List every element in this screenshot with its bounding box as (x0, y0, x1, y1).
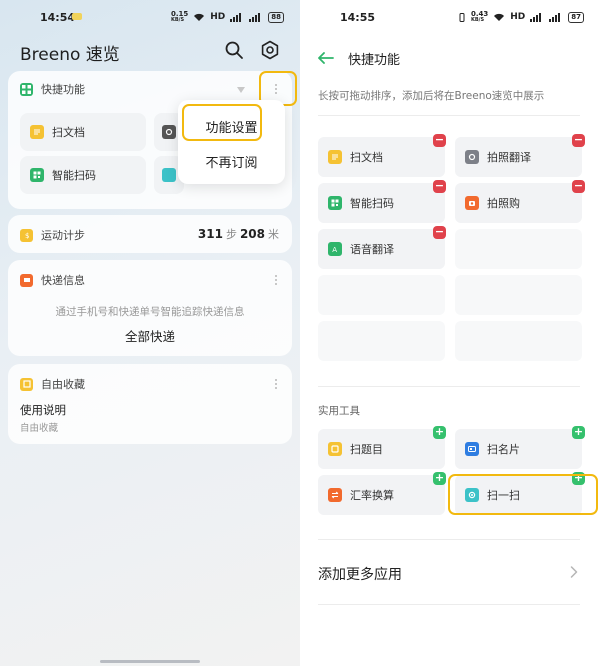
smart-scan-icon (30, 168, 44, 182)
search-icon[interactable] (224, 40, 244, 60)
highlight-scan-tool (448, 474, 598, 515)
document-scan-icon (30, 125, 44, 139)
scan-icon (162, 168, 176, 182)
tool-tile-currency[interactable]: 汇率换算 (318, 475, 445, 515)
photo-shop-icon (465, 196, 479, 210)
svg-text:$: $ (25, 232, 29, 239)
remove-button[interactable]: − (572, 180, 585, 193)
network-speed: 0.15 KB/S (170, 10, 189, 24)
added-tile-photo-translate[interactable]: 拍照翻译 (455, 137, 582, 177)
add-button[interactable]: + (433, 426, 446, 439)
tools-section-label: 实用工具 (318, 405, 360, 417)
card-scan-icon (465, 442, 479, 456)
added-tile-photo-shop[interactable]: 拍照购 (455, 183, 582, 223)
free-favorites-card: 自由收藏 使用说明 自由收藏 (8, 364, 292, 444)
added-functions-grid: 扫文档 − 拍照翻译 − 智能扫码 − 拍照购 − A 语音翻译 − (318, 130, 585, 386)
empty-slot (455, 275, 582, 315)
divider (318, 115, 580, 116)
signal-icon (530, 12, 542, 22)
favorite-item-title[interactable]: 使用说明 (20, 402, 66, 418)
add-button[interactable]: + (433, 472, 446, 485)
voice-translate-icon: A (328, 242, 342, 256)
card-title: 自由收藏 (41, 378, 85, 391)
express-info-card: 快递信息 通过手机号和快递单号智能追踪快递信息 全部快递 (8, 260, 292, 356)
tool-tile-card-scan[interactable]: 扫名片 (455, 429, 582, 469)
battery-icon: 88 (268, 11, 284, 23)
card-title: 运动计步 (41, 229, 85, 242)
favorite-item-subtitle: 自由收藏 (20, 423, 59, 434)
remove-button[interactable]: − (572, 134, 585, 147)
status-bar: 14:55 0.43 KB/S HD 87 (300, 0, 600, 34)
page-hint: 长按可拖动排序，添加后将在Breeno速览中展示 (318, 90, 545, 102)
collapse-arrow-icon[interactable] (237, 87, 245, 93)
signal-icon (230, 12, 242, 22)
status-time: 14:55 (340, 11, 376, 24)
status-bar: 14:54 0.15 KB/S HD 88 (0, 0, 300, 34)
hd-indicator: HD (510, 12, 526, 22)
right-screen: 14:55 0.43 KB/S HD 87 快捷功能 长按可拖动排序，添加后将在B… (300, 0, 600, 666)
steps-value: 311 步 208 米 (197, 227, 279, 241)
left-screen: 14:54 0.15 KB/S HD 88 Breeno 速览 快捷功能 扫文档… (0, 0, 300, 666)
tile-document-scan[interactable]: 扫文档 (20, 113, 146, 151)
divider (318, 386, 580, 387)
add-more-apps[interactable]: 添加更多应用 (318, 564, 402, 584)
photo-translate-icon (162, 125, 176, 139)
signal-icon-2 (249, 12, 261, 22)
hd-indicator: HD (210, 12, 226, 22)
add-button[interactable]: + (572, 426, 585, 439)
highlight-function-settings (182, 104, 262, 141)
remove-button[interactable]: − (433, 180, 446, 193)
remove-button[interactable]: − (433, 134, 446, 147)
status-time: 14:54 (40, 11, 76, 24)
card-title: 快捷功能 (41, 83, 85, 96)
added-tile-voice-translate[interactable]: A 语音翻译 (318, 229, 445, 269)
added-tile-smart-scan[interactable]: 智能扫码 (318, 183, 445, 223)
remove-button[interactable]: − (433, 226, 446, 239)
more-options-icon[interactable] (274, 379, 278, 389)
favorites-icon (20, 377, 33, 391)
divider (318, 539, 580, 540)
all-express-button[interactable]: 全部快递 (8, 326, 292, 345)
network-speed: 0.43 KB/S (470, 10, 489, 24)
empty-slot (318, 321, 445, 361)
svg-text:A: A (332, 246, 337, 253)
smart-scan-icon (328, 196, 342, 210)
express-icon (20, 273, 33, 287)
back-arrow-icon[interactable] (318, 52, 334, 64)
document-scan-icon (328, 150, 342, 164)
divider (318, 604, 580, 605)
app-title: Breeno 速览 (20, 45, 120, 65)
photo-translate-icon (465, 150, 479, 164)
wifi-icon (494, 13, 505, 21)
wifi-icon (194, 13, 205, 21)
vibrate-icon (459, 12, 465, 22)
battery-icon: 87 (568, 11, 584, 23)
step-counter-icon: $ (20, 228, 33, 242)
more-options-icon[interactable] (274, 275, 278, 285)
home-indicator[interactable] (100, 660, 200, 663)
empty-slot (455, 229, 582, 269)
card-title: 快递信息 (41, 274, 85, 287)
settings-icon[interactable] (260, 40, 280, 60)
signal-icon-2 (549, 12, 561, 22)
tool-tile-question-scan[interactable]: 扫题目 (318, 429, 445, 469)
page-title: 快捷功能 (348, 53, 401, 68)
question-scan-icon (328, 442, 342, 456)
notification-icon (72, 13, 82, 20)
empty-slot (455, 321, 582, 361)
grid-icon (20, 82, 33, 96)
empty-slot (318, 275, 445, 315)
added-tile-document-scan[interactable]: 扫文档 (318, 137, 445, 177)
tile-smart-scan[interactable]: 智能扫码 (20, 156, 146, 194)
express-hint: 通过手机号和快递单号智能追踪快递信息 (55, 306, 245, 318)
menu-item-unsubscribe[interactable]: 不再订阅 (178, 152, 285, 171)
currency-icon (328, 488, 342, 502)
chevron-right-icon[interactable] (570, 566, 578, 578)
